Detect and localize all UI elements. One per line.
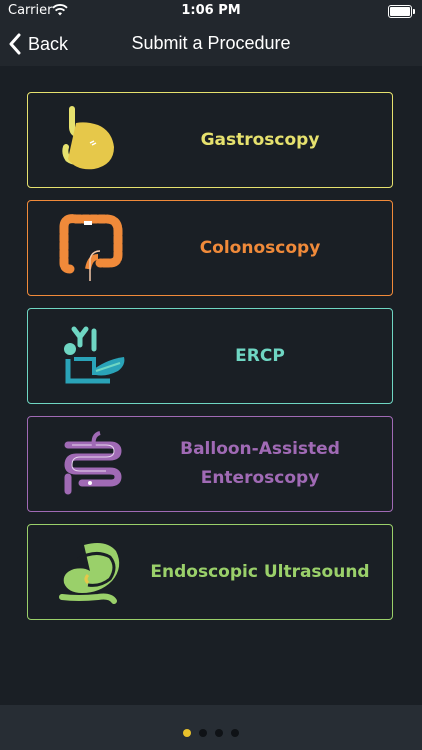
pancreas-duct-icon (64, 326, 125, 384)
procedure-label: ERCP (235, 345, 285, 366)
colon-icon (59, 214, 123, 281)
procedure-card-endoscopic-ultrasound[interactable]: Endoscopic Ultrasound (27, 524, 393, 620)
page-title: Submit a Procedure (131, 33, 291, 53)
procedure-card-ercp[interactable]: ERCP (27, 308, 393, 404)
procedure-card-balloon-enteroscopy[interactable]: Balloon-Assisted Enteroscopy (27, 416, 393, 512)
battery-icon (388, 5, 415, 18)
status-time: 1:06 PM (181, 3, 241, 18)
page-dot[interactable] (231, 729, 239, 737)
page-dot[interactable] (199, 729, 207, 737)
bottom-bar (0, 705, 422, 750)
procedure-list: Gastroscopy Colonoscopy ERCP Balloon-Ass… (27, 92, 395, 632)
procedure-card-colonoscopy[interactable]: Colonoscopy (27, 200, 393, 296)
navigation-bar: Back Submit a Procedure (0, 22, 422, 66)
page-dot[interactable] (215, 729, 223, 737)
small-intestine-icon (64, 431, 122, 495)
ultrasound-stomach-icon (59, 543, 120, 604)
procedure-label: Endoscopic Ultrasound (150, 561, 370, 582)
status-bar: Carrier 1:06 PM (0, 0, 422, 22)
procedure-label: Colonoscopy (199, 237, 321, 258)
page-indicator[interactable] (0, 729, 422, 737)
page-dot[interactable] (183, 729, 191, 737)
procedure-label: Gastroscopy (200, 129, 320, 150)
procedure-label: Balloon-Assisted Enteroscopy (180, 439, 340, 488)
stomach-icon (62, 106, 114, 170)
procedure-card-gastroscopy[interactable]: Gastroscopy (27, 92, 393, 188)
